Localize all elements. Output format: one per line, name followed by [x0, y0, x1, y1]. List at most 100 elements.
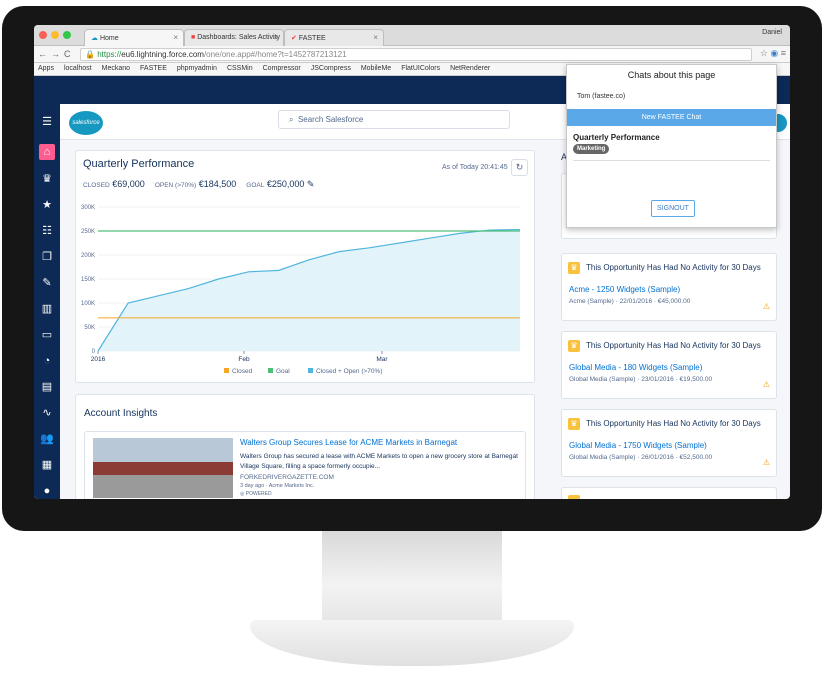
- bookmark-item[interactable]: phpmyadmin: [177, 65, 217, 73]
- powered-label: POWERED: [245, 491, 272, 497]
- bookmark-item[interactable]: Meckano: [102, 65, 130, 73]
- building-icon[interactable]: ▥: [39, 301, 55, 317]
- x-tick-label: Feb: [238, 356, 250, 363]
- opportunity-details: Global Media (Sample) · 26/01/2016 · €52…: [569, 454, 713, 461]
- nav-buttons: ←→C: [38, 49, 75, 59]
- legend-label: Goal: [276, 368, 290, 375]
- crown-icon: ♛: [568, 340, 580, 352]
- reload-icon[interactable]: C: [64, 49, 75, 59]
- task-list-icon[interactable]: ☷: [39, 223, 55, 239]
- performance-chart: 0 50K 100K 150K 200K 250K 300K 2016 Feb Mar Closed…: [81, 205, 521, 375]
- x-tick-label: Mar: [376, 356, 388, 363]
- person-star-icon[interactable]: ★: [39, 197, 55, 213]
- close-tab-icon[interactable]: ×: [173, 33, 178, 42]
- browser-tab-dashboards[interactable]: ■ Dashboards: Sales Activity ×: [184, 29, 284, 46]
- article-summary: Walters Group has secured a lease with A…: [240, 453, 518, 470]
- star-icon[interactable]: ☆: [760, 48, 768, 58]
- forward-arrow-icon[interactable]: →: [51, 49, 64, 59]
- as-of-timestamp: As of Today 20:41:45: [442, 164, 508, 171]
- article-title-link[interactable]: Walters Group Secures Lease for ACME Mar…: [240, 438, 457, 447]
- refresh-icon: ↻: [515, 162, 524, 172]
- notes-icon[interactable]: ✎: [39, 275, 55, 291]
- opportunity-card: ♛ This Opportunity Has Had No Activity fo…: [561, 331, 777, 399]
- url-path: /one/one.app#/home?t=1452787213121: [203, 50, 347, 59]
- bookmark-item[interactable]: JSCompress: [311, 65, 351, 73]
- groups-icon[interactable]: 👥: [39, 431, 55, 447]
- back-arrow-icon[interactable]: ←: [38, 49, 51, 59]
- legend-swatch: [268, 368, 273, 373]
- bookmark-item[interactable]: FlatUIColors: [401, 65, 440, 73]
- window-controls: [39, 31, 71, 39]
- calendar-icon[interactable]: ▦: [39, 457, 55, 473]
- opportunity-alert: This Opportunity Has Had No Activity for…: [586, 263, 761, 272]
- menu-icon[interactable]: ≡: [781, 48, 786, 58]
- user-icon[interactable]: ●: [39, 483, 55, 499]
- insight-item: Walters Group Secures Lease for ACME Mar…: [84, 431, 526, 499]
- opportunity-card: ♛ This Opportunity Has Had No Activity fo…: [561, 253, 777, 321]
- legend-label: Closed: [232, 368, 253, 375]
- open-value: €184,500: [198, 179, 237, 189]
- home-icon[interactable]: ⌂: [39, 144, 55, 160]
- search-input[interactable]: ⌕ Search Salesforce: [278, 110, 510, 129]
- salesforce-logo[interactable]: salesforce: [69, 111, 103, 135]
- fastee-chat-popup: Chats about this page Tom (fastee.co) Ne…: [566, 64, 777, 228]
- bookmark-item[interactable]: Compressor: [263, 65, 301, 73]
- app-sidebar: ☰ ⌂ ♛ ★ ☷ ❐ ✎ ▥ ▭ ◔ ▤ ∿ 👥 ▦ ●: [34, 104, 60, 499]
- bookmark-item[interactable]: MobileMe: [361, 65, 391, 73]
- opportunity-details: Acme (Sample) · 22/01/2016 · €45,000.00: [569, 298, 691, 305]
- files-icon[interactable]: ❐: [39, 249, 55, 265]
- refresh-button[interactable]: ↻: [511, 159, 528, 176]
- pulse-icon[interactable]: ∿: [39, 405, 55, 421]
- edit-pencil-icon[interactable]: ✎: [307, 179, 315, 189]
- monitor-base: [250, 620, 574, 666]
- new-chat-button[interactable]: New FASTEE Chat: [567, 109, 776, 126]
- url-host: eu6.lightning.force.com: [121, 50, 204, 59]
- browser-user[interactable]: Daniel: [762, 29, 782, 36]
- fastee-icon: ✔: [291, 35, 297, 42]
- fastee-extension-icon[interactable]: ◉: [770, 48, 778, 58]
- x-tick-label: 2016: [91, 356, 106, 363]
- minimize-window-button[interactable]: [51, 31, 59, 39]
- crown-icon[interactable]: ♛: [39, 171, 55, 187]
- popup-user: Tom (fastee.co): [577, 93, 626, 100]
- opportunity-link[interactable]: Global Media - 180 Widgets (Sample): [569, 363, 702, 372]
- legend-label: Closed + Open (>70%): [316, 368, 382, 375]
- performance-stats: CLOSED €69,000 OPEN (>70%) €184,500 GOAL…: [83, 179, 314, 190]
- close-tab-icon[interactable]: ×: [273, 33, 278, 42]
- close-tab-icon[interactable]: ×: [373, 33, 378, 42]
- closed-label: CLOSED: [83, 182, 110, 189]
- contact-card-icon[interactable]: ▭: [39, 327, 55, 343]
- browser-tab-home[interactable]: ☁ Home ×: [84, 29, 184, 46]
- cloud-icon: ☁: [91, 35, 98, 42]
- lock-icon: 🔒: [85, 50, 95, 59]
- article-source: FORKEDRIVERGAZETTE.COM: [240, 474, 334, 481]
- browser-tab-fastee[interactable]: ✔ FASTEE ×: [284, 29, 384, 46]
- crown-icon: ♛: [568, 418, 580, 430]
- bookmark-item[interactable]: CSSMin: [227, 65, 253, 73]
- address-bar-row: ←→C 🔒 https://eu6.lightning.force.com/on…: [34, 46, 790, 63]
- quarterly-performance-card: Quarterly Performance As of Today 20:41:…: [75, 150, 535, 383]
- opportunity-alert: This Opportunity Has Had No Activity for…: [586, 341, 761, 350]
- opportunity-link[interactable]: Global Media - 1750 Widgets (Sample): [569, 441, 707, 450]
- powered-badge: ◎ POWERED: [240, 491, 272, 497]
- close-window-button[interactable]: [39, 31, 47, 39]
- bookmark-item[interactable]: FASTEE: [140, 65, 167, 73]
- opportunity-link[interactable]: Acme - 1250 Widgets (Sample): [569, 285, 680, 294]
- popup-title: Chats about this page: [627, 70, 716, 80]
- bookmark-item[interactable]: Apps: [38, 65, 54, 73]
- dashboard-icon[interactable]: ◔: [39, 353, 55, 369]
- toolbar-icons: ☆ ◉ ≡: [760, 48, 786, 59]
- article-image: [93, 438, 233, 498]
- clipboard-icon[interactable]: ▤: [39, 379, 55, 395]
- y-tick-label: 300K: [81, 205, 95, 211]
- warning-icon: ⚠: [762, 380, 770, 389]
- menu-icon[interactable]: ☰: [39, 114, 55, 130]
- url-input[interactable]: 🔒 https://eu6.lightning.force.com/one/on…: [80, 48, 752, 61]
- zoom-window-button[interactable]: [63, 31, 71, 39]
- bookmark-item[interactable]: localhost: [64, 65, 92, 73]
- chat-item-title[interactable]: Quarterly Performance: [573, 133, 660, 142]
- url-scheme: https://: [97, 50, 122, 59]
- signout-button[interactable]: SIGNOUT: [651, 200, 695, 217]
- bookmark-item[interactable]: NetRenderer: [450, 65, 490, 73]
- crown-icon: [568, 495, 580, 499]
